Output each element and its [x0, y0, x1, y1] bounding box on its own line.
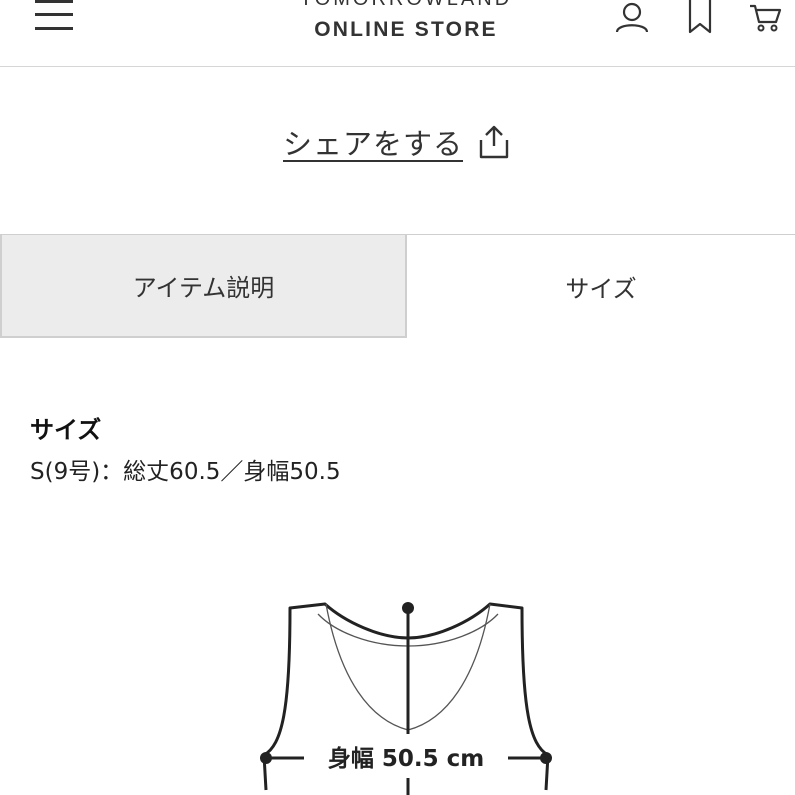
share-icon[interactable]: [477, 124, 511, 160]
tab-item-description[interactable]: アイテム説明: [0, 235, 407, 338]
cart-icon[interactable]: [748, 0, 784, 40]
tab-size-label: サイズ: [565, 275, 637, 303]
menu-icon[interactable]: [34, 0, 74, 34]
size-heading: サイズ: [30, 416, 102, 444]
tab-size[interactable]: サイズ: [407, 235, 795, 338]
share-link[interactable]: シェアをする: [283, 120, 511, 164]
site-header: TOMORROWLAND ONLINE STORE: [0, 0, 795, 67]
brand-subtitle[interactable]: ONLINE STORE: [286, 18, 526, 42]
bookmark-icon[interactable]: [686, 0, 714, 40]
user-icon[interactable]: [612, 0, 652, 40]
size-measurements: S(9号)：総丈60.5／身幅50.5: [30, 459, 341, 485]
width-measure-label: 身幅 50.5 cm: [304, 734, 508, 778]
share-label[interactable]: シェアをする: [283, 121, 463, 163]
brand-name[interactable]: TOMORROWLAND: [286, 0, 526, 11]
tab-item-description-label: アイテム説明: [132, 274, 275, 302]
